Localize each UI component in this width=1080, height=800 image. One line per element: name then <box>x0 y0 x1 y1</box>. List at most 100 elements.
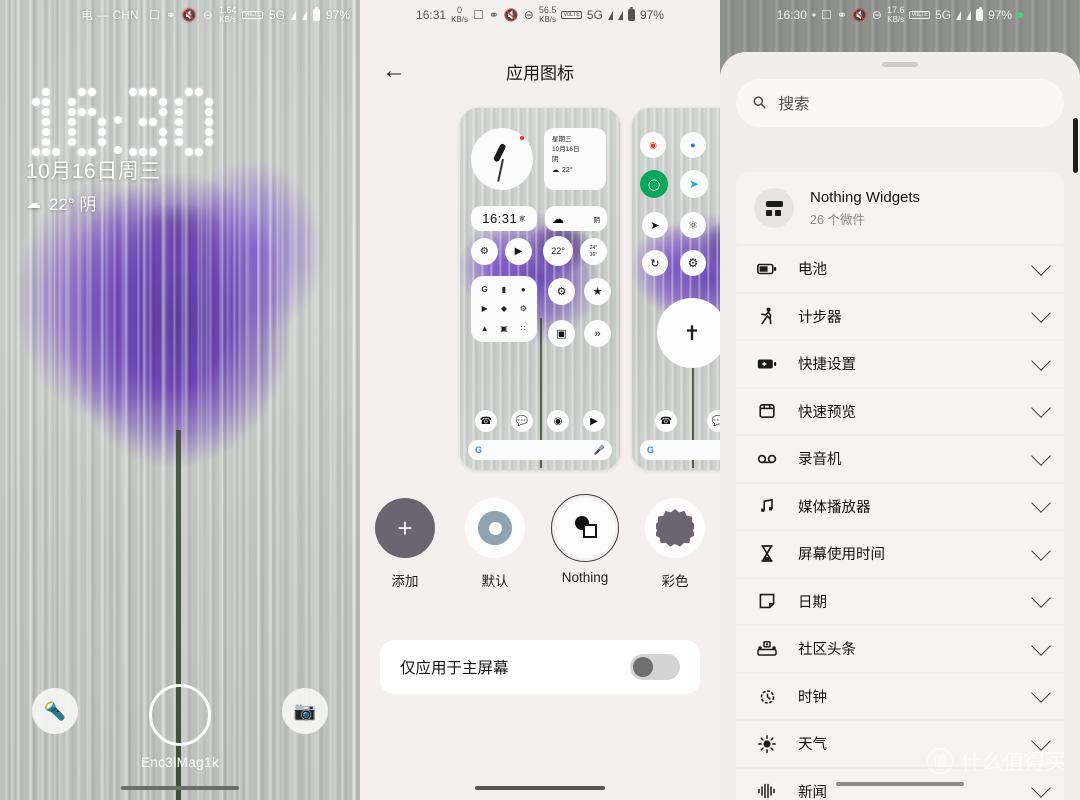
chevron-down-icon[interactable] <box>1031 350 1051 371</box>
preview-app-icon-1: ⚙ <box>471 238 498 265</box>
flashlight-button[interactable]: 🔦 <box>32 688 78 734</box>
gesture-nav-bar[interactable] <box>836 782 964 786</box>
chevron-down-icon[interactable] <box>1031 255 1051 276</box>
contacts-icon: ▲ <box>480 323 489 333</box>
chevron-down-icon[interactable] <box>1031 778 1051 799</box>
preview-high: 24° <box>589 244 598 251</box>
preview-date: 10月16日 <box>552 145 580 153</box>
gesture-nav-bar[interactable] <box>121 786 239 790</box>
battery-icon <box>627 7 635 21</box>
messages-icon: 💬 <box>511 410 533 432</box>
back-arrow-icon[interactable]: ← <box>382 59 406 83</box>
preview-colorful-icon-1: ◉ <box>640 132 666 158</box>
apply-home-only-row[interactable]: 仅应用于主屏幕 <box>380 640 700 694</box>
clock-hour-hand <box>492 142 507 163</box>
soundwave-icon <box>754 783 780 799</box>
icon-style-add[interactable]: + 添加 <box>366 498 444 590</box>
recorder-glyph <box>757 454 777 463</box>
music-note-glyph <box>761 499 773 513</box>
signal-bars-icon-2 <box>617 10 623 20</box>
widget-row-recorder[interactable]: 录音机 <box>736 436 1064 482</box>
widget-row-date[interactable]: 日期 <box>736 578 1064 624</box>
chevron-down-icon[interactable] <box>1031 445 1051 466</box>
icon-style-nothing[interactable]: Nothing <box>546 494 624 590</box>
widget-row-label: 电池 <box>798 262 827 279</box>
lockscreen-date: 10月16日周三 <box>26 160 161 183</box>
chevron-down-icon[interactable] <box>1031 493 1051 514</box>
page-title: 应用图标 <box>506 63 574 83</box>
widget-row-community[interactable]: 社区头条 <box>736 626 1064 672</box>
gallery-icon: ▣ <box>500 323 508 333</box>
widget-row-label: 快捷设置 <box>798 357 856 374</box>
preview-colorful-icon-6: ⚛ <box>680 212 706 238</box>
widget-app-header[interactable]: Nothing Widgets 26 个微件 <box>736 172 1064 244</box>
network-speed-unit: KB/s <box>219 14 237 24</box>
chevron-down-icon[interactable] <box>1031 730 1051 751</box>
widget-search-bar[interactable]: ⚲ 搜索 <box>736 79 1064 127</box>
icon-style-default[interactable]: 默认 <box>456 498 534 590</box>
privacy-indicator-dot <box>1017 12 1024 18</box>
widget-picker-panel: 16:30 • ☐ ⚭ 🔇 ⊖ 17.6 KB/s VoLTE 5G 97% ⚲… <box>720 0 1080 800</box>
widget-row-quick-preview[interactable]: 快速预览 <box>736 388 1064 434</box>
preview-colorful-icon-5: ➤ <box>642 212 668 238</box>
homescreen-preview-side[interactable]: ◉ ● ◯ ➤ ➤ ⚛ ↻ ⚙ ✝ ☎ 💬 G <box>632 108 720 470</box>
window-icon <box>754 403 780 419</box>
preview-colorful-icon-7: ↻ <box>642 250 668 276</box>
network-speed: 17.6 KB/s <box>887 5 905 24</box>
preview-highlow-circle: 24° 16° <box>580 238 607 265</box>
widget-row-weather[interactable]: 天气 <box>736 721 1064 767</box>
widget-row-media-player[interactable]: 媒体播放器 <box>736 483 1064 529</box>
preview-temp-circle: 22° <box>543 236 573 266</box>
default-icon-hole <box>488 521 502 535</box>
chevron-down-icon[interactable] <box>1031 303 1051 324</box>
icon-style-colorful[interactable]: 彩色 <box>636 498 714 590</box>
fingerprint-ring-icon[interactable] <box>149 684 211 746</box>
drive-icon: ◆ <box>500 304 508 314</box>
preview-weekday: 星期三 <box>552 136 572 143</box>
preview-settings-circle: ⚙ <box>548 278 575 305</box>
widget-row-label: 时钟 <box>798 689 827 706</box>
lockscreen-actions: 🔦 📷 <box>0 684 360 746</box>
gesture-nav-bar[interactable] <box>475 786 605 790</box>
sheet-drag-handle[interactable] <box>882 62 918 67</box>
clock-red-dot <box>520 136 524 140</box>
dnd-icon: ⊖ <box>523 8 534 22</box>
network-type-label: 5G <box>268 8 285 22</box>
search-input[interactable]: 搜索 <box>778 92 809 114</box>
lockscreen-status-bar: 电 — CHN ☐ ⚭ 🔇 ⊖ 1.64 KB/s VoLTE 5G 97% <box>0 0 360 30</box>
preview-app-icon-2: ▶ <box>505 238 532 265</box>
preview-digital-time: 16:31 <box>482 211 518 226</box>
google-icon: G <box>481 285 488 295</box>
sim-volte-icon: VoLTE <box>561 10 582 20</box>
widget-row-screen-time[interactable]: 屏幕使用时间 <box>736 531 1064 577</box>
homescreen-preview-main[interactable]: 星期三 10月16日 阴 ☁ 22° 16:31 家 ☁ 阴 ⚙ ▶ 22° 2… <box>460 108 620 470</box>
preview-games-circle: ★ <box>584 278 611 305</box>
nothing-icon <box>551 494 619 562</box>
chevron-down-icon[interactable] <box>1031 635 1051 656</box>
chevron-down-icon[interactable] <box>1031 398 1051 419</box>
widget-row-battery[interactable]: 电池 <box>736 246 1064 292</box>
preview-weather-widget: ☁ 阴 <box>545 206 607 231</box>
hourglass-glyph <box>761 545 773 563</box>
preview-date-widget: 星期三 10月16日 阴 ☁ 22° <box>544 128 606 190</box>
widget-row-pedometer[interactable]: 计步器 <box>736 293 1064 339</box>
community-icon <box>754 640 780 657</box>
flower-icon <box>645 498 705 558</box>
chevron-down-icon[interactable] <box>1031 588 1051 609</box>
apply-home-only-toggle[interactable] <box>630 654 680 680</box>
widget-row-clock[interactable]: 时钟 <box>736 673 1064 719</box>
preview-app-folder: G ▮ ● ▶ ◆ ⚙ ▲ ▣ ∷ <box>471 276 537 342</box>
default-icon <box>465 498 525 558</box>
widget-row-label: 录音机 <box>798 452 842 469</box>
widget-row-quick-settings[interactable]: 快捷设置 <box>736 341 1064 387</box>
widget-list[interactable]: Nothing Widgets 26 个微件 电池 计步器 快捷设置 快速预览 … <box>736 172 1064 800</box>
youtube-icon: ▶ <box>481 304 488 314</box>
widget-list-scrollbar[interactable] <box>1073 118 1078 173</box>
camera-button[interactable]: 📷 <box>282 688 328 734</box>
battery-icon <box>312 7 320 21</box>
chevron-down-icon[interactable] <box>1031 683 1051 704</box>
lockscreen-weather[interactable]: ☁ 22° 阴 <box>26 190 96 215</box>
note-glyph <box>759 594 775 609</box>
chevron-down-icon[interactable] <box>1031 540 1051 561</box>
battery-plus-icon <box>754 357 780 371</box>
